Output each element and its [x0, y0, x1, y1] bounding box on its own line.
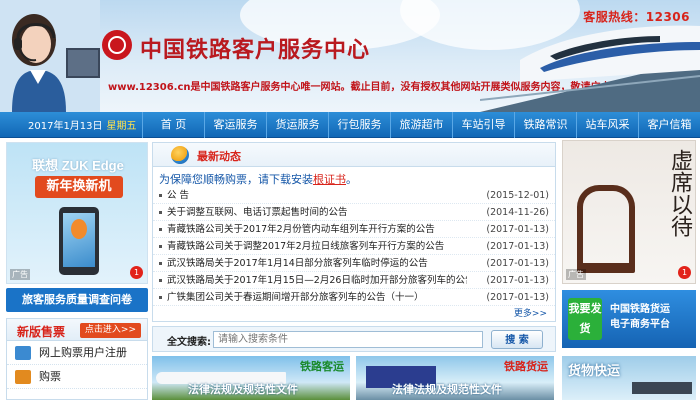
ticket-item-register[interactable]: 网上购票用户注册 — [7, 341, 147, 365]
banner-caption: 法律法规及规范性文件 — [188, 383, 298, 396]
ad-badge: 新年换新机 — [35, 176, 123, 198]
news-item[interactable]: 武汉铁路局关于2017年1月15日—2月26日临时加开部分旅客列车的公告 (201… — [153, 272, 555, 289]
platform-line-1: 中国铁路货运 — [610, 304, 670, 315]
ticket-icon — [15, 370, 31, 384]
calligraphy-text: 虚席以待 — [667, 149, 692, 237]
freight-ecommerce-banner[interactable]: 我要发货 中国铁路货运 电子商务平台 — [562, 290, 696, 348]
cert-text-end: 。 — [346, 173, 357, 186]
furniture-ad-banner[interactable]: 虚席以待 广告 1 — [562, 140, 696, 284]
ship-goods-badge: 我要发货 — [568, 298, 602, 340]
nav-item-travel-market[interactable]: 旅游超市 — [390, 111, 452, 138]
news-item[interactable]: 武汉铁路局关于2017年1月14日部分旅客列车临时停运的公告 (2017-01-1… — [153, 255, 555, 272]
news-date: (2017-01-13) — [486, 258, 549, 269]
news-item[interactable]: 广铁集团公司关于春运期间增开部分旅客列车的公告（十一） (2017-01-13) — [153, 289, 555, 306]
banner-caption: 法律法规及规范性文件 — [392, 383, 502, 396]
platform-line-2: 电子商务平台 — [610, 319, 670, 330]
ad-label: 广告 — [10, 269, 30, 280]
date-text: 2017年1月13日 — [28, 121, 103, 132]
ad-label: 广告 — [566, 269, 586, 280]
news-item[interactable]: 青藏铁路公司关于调整2017年2月拉日线旅客列车开行方案的公告 (2017-01-… — [153, 238, 555, 255]
news-date: (2014-11-26) — [486, 207, 549, 218]
news-date: (2015-12-01) — [486, 190, 549, 201]
news-date: (2017-01-13) — [486, 224, 549, 235]
root-cert-link[interactable]: 根证书 — [313, 173, 346, 186]
nav-item-customer-mailbox[interactable]: 客户信箱 — [638, 111, 700, 138]
nav-item-home[interactable]: 首 页 — [142, 111, 204, 138]
nav-item-railway-knowledge[interactable]: 铁路常识 — [514, 111, 576, 138]
ad-counter[interactable]: 1 — [130, 266, 143, 279]
news-panel-title: 最新动态 — [197, 150, 241, 163]
search-label: 全文搜索: — [167, 337, 211, 348]
nav-menu: 首 页 客运服务 货运服务 行包服务 旅游超市 车站引导 铁路常识 站车风采 客… — [142, 111, 700, 138]
ticket-item-label: 网上购票用户注册 — [39, 346, 127, 359]
phone-ad-banner[interactable]: 联想 ZUK Edge 新年换新机 广告 1 — [6, 142, 148, 284]
right-column: 虚席以待 广告 1 我要发货 中国铁路货运 电子商务平台 货物快运 — [562, 140, 696, 400]
ticket-panel-title: 新版售票 — [17, 325, 66, 339]
banner-tag: 铁路客运 — [300, 360, 344, 373]
notice-url[interactable]: www.12306.cn — [108, 82, 191, 93]
nav-item-station-style[interactable]: 站车风采 — [576, 111, 638, 138]
ecommerce-platform-text: 中国铁路货运 电子商务平台 — [610, 302, 670, 332]
nav-item-freight-service[interactable]: 货运服务 — [266, 111, 328, 138]
site-title: 中国铁路客户服务中心 — [140, 37, 371, 63]
ticket-item-label: 购票 — [39, 370, 61, 383]
smartphone-image — [59, 207, 99, 275]
news-title: 武汉铁路局关于2017年1月14日部分旅客列车临时停运的公告 — [167, 258, 428, 269]
main-nav-bar: 2017年1月13日 星期五 首 页 客运服务 货运服务 行包服务 旅游超市 车站… — [0, 111, 700, 138]
cert-text: 为保障您顺畅购票，请下载安装 — [159, 173, 313, 186]
nav-item-luggage-service[interactable]: 行包服务 — [328, 111, 390, 138]
freight-law-banner[interactable]: 铁路货运 法律法规及规范性文件 — [356, 356, 554, 400]
news-title: 青藏铁路公司关于2017年2月份管内动车组列车开行方案的公告 — [167, 224, 435, 235]
ad-title: 联想 ZUK Edge — [32, 158, 124, 173]
left-column: 联想 ZUK Edge 新年换新机 广告 1 旅客服务质量调查问卷 新版售票 点… — [6, 142, 148, 400]
enter-ticketing-button[interactable]: 点击进入>> — [79, 323, 141, 338]
cargo-train-image — [632, 382, 692, 394]
monitor-icon — [66, 48, 100, 78]
ticket-item-buy[interactable]: 购票 — [7, 365, 147, 389]
high-speed-train-image — [480, 25, 700, 112]
center-column: 最新动态 为保障您顺畅购票，请下载安装根证书。 公 告 (2015-12-01) … — [152, 142, 556, 400]
search-bar: 全文搜索: 搜 索 — [152, 326, 556, 352]
news-title: 公 告 — [167, 190, 190, 201]
news-date: (2017-01-13) — [486, 275, 549, 286]
news-title: 青藏铁路公司关于调整2017年2月拉日线旅客列车开行方案的公告 — [167, 241, 445, 252]
nav-item-passenger-service[interactable]: 客运服务 — [204, 111, 266, 138]
weekday-text: 星期五 — [106, 121, 137, 132]
header-banner: 中国铁路客户服务中心 客服热线：12306 www.12306.cn是中国铁路客… — [0, 0, 700, 112]
news-panel: 最新动态 为保障您顺畅购票，请下载安装根证书。 公 告 (2015-12-01) … — [152, 142, 556, 322]
armchair-image — [577, 185, 635, 273]
news-list: 公 告 (2015-12-01) 关于调整互联网、电话订票起售时间的公告 (2014… — [153, 187, 555, 306]
more-news-link[interactable]: 更多>> — [514, 306, 547, 319]
globe-icon — [171, 146, 189, 164]
railway-logo-icon — [102, 30, 132, 60]
search-input[interactable] — [213, 331, 483, 348]
nav-item-station-guide[interactable]: 车站引导 — [452, 111, 514, 138]
news-date: (2017-01-13) — [486, 292, 549, 303]
news-title: 关于调整互联网、电话订票起售时间的公告 — [167, 207, 348, 218]
register-icon — [15, 346, 31, 360]
express-freight-title: 货物快运 — [568, 364, 621, 379]
express-freight-banner[interactable]: 货物快运 — [562, 356, 696, 400]
ticket-panel: 新版售票 点击进入>> 网上购票用户注册 购票 — [6, 318, 148, 400]
ad-counter[interactable]: 1 — [678, 266, 691, 279]
news-panel-header: 最新动态 — [153, 143, 555, 167]
banner-tag: 铁路货运 — [504, 360, 548, 373]
survey-link[interactable]: 旅客服务质量调查问卷 — [6, 288, 148, 312]
passenger-law-banner[interactable]: 铁路客运 法律法规及规范性文件 — [152, 356, 350, 400]
news-item[interactable]: 公 告 (2015-12-01) — [153, 187, 555, 204]
search-button[interactable]: 搜 索 — [491, 330, 543, 349]
root-cert-notice: 为保障您顺畅购票，请下载安装根证书。 — [159, 171, 357, 187]
news-item[interactable]: 青藏铁路公司关于2017年2月份管内动车组列车开行方案的公告 (2017-01-1… — [153, 221, 555, 238]
news-title: 广铁集团公司关于春运期间增开部分旅客列车的公告（十一） — [167, 292, 424, 303]
news-title: 武汉铁路局关于2017年1月15日—2月26日临时加开部分旅客列车的公告 — [167, 275, 467, 286]
current-date: 2017年1月13日 星期五 — [0, 117, 142, 132]
news-date: (2017-01-13) — [486, 241, 549, 252]
news-item[interactable]: 关于调整互联网、电话订票起售时间的公告 (2014-11-26) — [153, 204, 555, 221]
ticket-panel-header: 新版售票 点击进入>> — [7, 319, 147, 341]
balloon-icon — [71, 219, 87, 239]
